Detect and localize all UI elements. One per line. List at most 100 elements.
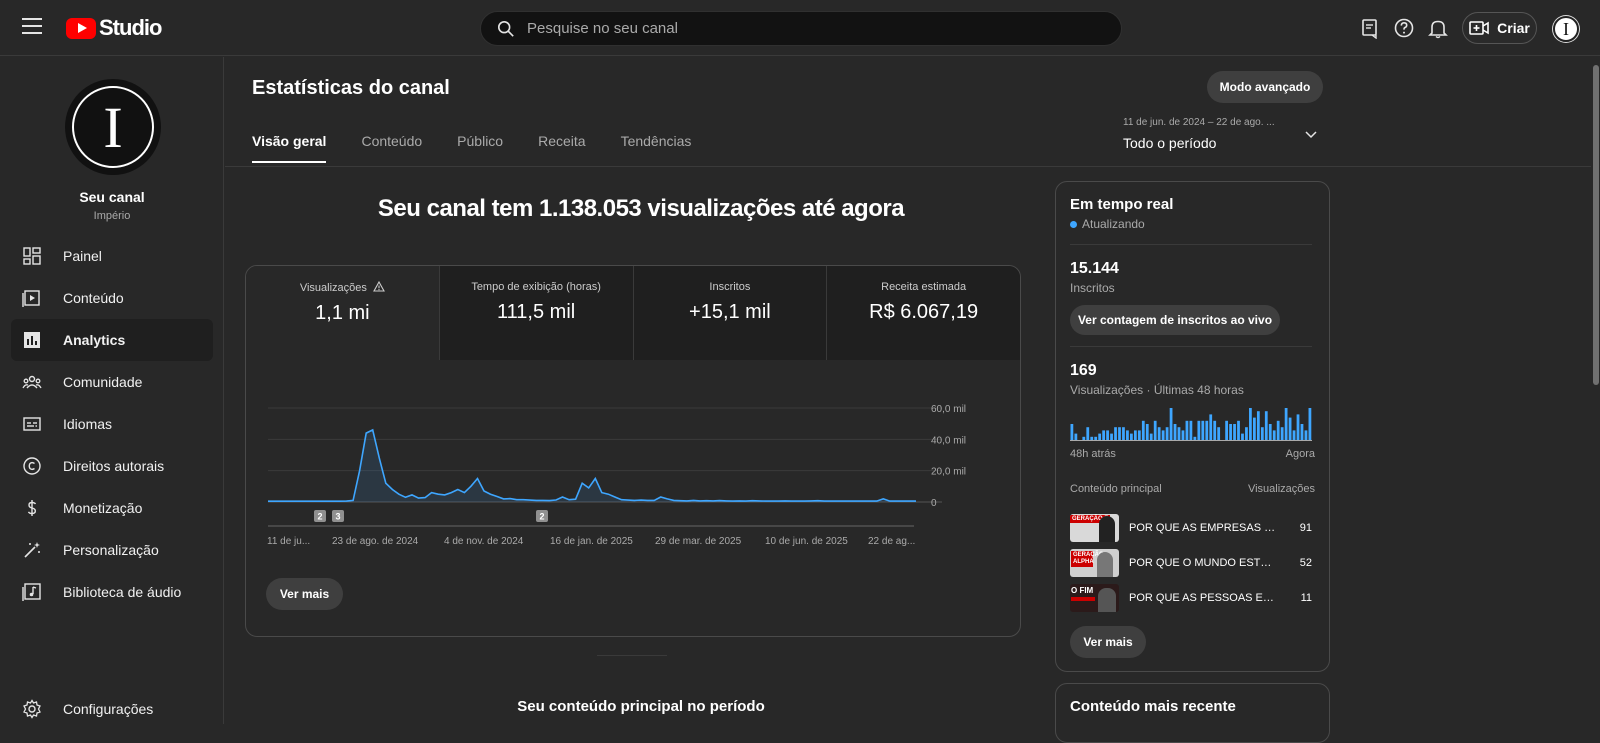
scrollbar-thumb[interactable] <box>1593 65 1599 385</box>
sidebar-item-biblioteca-de-audio[interactable]: Biblioteca de áudio <box>11 571 213 613</box>
sidebar-item-conteudo[interactable]: Conteúdo <box>11 277 213 319</box>
realtime-bar[interactable] <box>1229 424 1232 440</box>
realtime-bar[interactable] <box>1272 430 1276 440</box>
realtime-bar[interactable] <box>1304 430 1308 440</box>
realtime-bar[interactable] <box>1177 427 1181 440</box>
realtime-bar[interactable] <box>1284 408 1288 440</box>
tab-tendencias[interactable]: Tendências <box>621 133 692 163</box>
realtime-bar[interactable] <box>1133 430 1137 440</box>
realtime-bar[interactable] <box>1098 433 1102 440</box>
advanced-mode-button[interactable]: Modo avançado <box>1207 71 1323 103</box>
realtime-bar[interactable] <box>1181 430 1185 440</box>
realtime-bar[interactable] <box>1193 436 1197 440</box>
menu-icon[interactable] <box>22 18 42 38</box>
realtime-bar[interactable] <box>1256 411 1260 440</box>
sidebar-item-painel[interactable]: Painel <box>11 235 213 277</box>
account-avatar[interactable]: I <box>1553 16 1579 42</box>
realtime-bar[interactable] <box>1280 427 1284 440</box>
realtime-bar[interactable] <box>1245 427 1248 440</box>
realtime-bar[interactable] <box>1241 433 1244 440</box>
realtime-bar[interactable] <box>1090 436 1094 440</box>
realtime-bar[interactable] <box>1252 417 1256 440</box>
period-selector[interactable]: 11 de jun. de 2024 – 22 de ago. ... Todo… <box>1123 117 1323 151</box>
realtime-bar[interactable] <box>1130 433 1133 440</box>
realtime-bar[interactable] <box>1074 433 1078 440</box>
search-input[interactable] <box>527 20 1087 37</box>
realtime-bar[interactable] <box>1141 420 1145 440</box>
realtime-bar[interactable] <box>1149 433 1153 440</box>
views-line-chart[interactable]: 60,0 mil 40,0 mil 20,0 mil 0 11 de ju... 23 d… <box>246 360 1021 560</box>
realtime-bar[interactable] <box>1276 420 1280 440</box>
realtime-bar[interactable] <box>1264 411 1268 440</box>
channel-avatar[interactable]: I <box>65 79 161 175</box>
realtime-bar[interactable] <box>1205 420 1209 440</box>
annotation-marker[interactable]: 2 <box>314 510 326 522</box>
realtime-bar[interactable] <box>1086 427 1090 440</box>
realtime-bar[interactable] <box>1233 424 1236 440</box>
tab-receita[interactable]: Receita <box>538 133 585 163</box>
realtime-bar[interactable] <box>1197 420 1201 440</box>
top-content-row[interactable]: O FIM POR QUE AS PESSOAS EST... 11 <box>1070 583 1312 613</box>
realtime-bar[interactable] <box>1300 424 1304 440</box>
sidebar-item-analytics[interactable]: Analytics <box>11 319 213 361</box>
realtime-see-more-button[interactable]: Ver mais <box>1070 626 1146 658</box>
see-more-button[interactable]: Ver mais <box>266 578 343 610</box>
realtime-bar[interactable] <box>1165 427 1169 440</box>
sidebar-item-personalizacao[interactable]: Personalização <box>11 529 213 571</box>
metric-views[interactable]: Visualizações 1,1 mi <box>246 266 440 360</box>
realtime-bar[interactable] <box>1209 414 1213 440</box>
realtime-bar[interactable] <box>1173 424 1177 440</box>
realtime-bar[interactable] <box>1110 433 1113 440</box>
create-button[interactable]: Criar <box>1462 12 1537 44</box>
realtime-bar[interactable] <box>1161 430 1165 440</box>
live-subscriber-count-button[interactable]: Ver contagem de inscritos ao vivo <box>1070 305 1280 335</box>
realtime-bar[interactable] <box>1296 414 1300 440</box>
realtime-bar[interactable] <box>1292 430 1296 440</box>
realtime-bar[interactable] <box>1106 430 1109 440</box>
realtime-bar[interactable] <box>1145 424 1149 440</box>
realtime-bar[interactable] <box>1268 424 1272 440</box>
realtime-bar[interactable] <box>1153 420 1157 440</box>
sidebar-item-idiomas[interactable]: Idiomas <box>11 403 213 445</box>
realtime-bar[interactable] <box>1217 427 1221 440</box>
realtime-bar[interactable] <box>1122 427 1125 440</box>
feedback-icon[interactable] <box>1359 17 1381 39</box>
realtime-bar[interactable] <box>1094 436 1098 440</box>
realtime-bar[interactable] <box>1070 424 1074 440</box>
metric-revenue[interactable]: Receita estimada R$ 6.067,19 <box>827 266 1020 360</box>
realtime-bar[interactable] <box>1225 420 1228 440</box>
help-icon[interactable] <box>1393 17 1415 39</box>
realtime-bar-chart[interactable] <box>1070 402 1312 442</box>
studio-logo[interactable]: Studio <box>66 15 162 41</box>
realtime-bar[interactable] <box>1082 436 1086 440</box>
tab-conteudo[interactable]: Conteúdo <box>361 133 422 163</box>
notifications-bell-icon[interactable] <box>1427 17 1449 39</box>
search-icon[interactable] <box>497 20 515 38</box>
page-scrollbar[interactable] <box>1592 57 1600 724</box>
realtime-bar[interactable] <box>1157 427 1161 440</box>
tab-publico[interactable]: Público <box>457 133 503 163</box>
realtime-bar[interactable] <box>1102 430 1106 440</box>
realtime-bar[interactable] <box>1213 420 1217 440</box>
realtime-bar[interactable] <box>1288 417 1292 440</box>
annotation-marker[interactable]: 2 <box>536 510 548 522</box>
sidebar-item-direitos-autorais[interactable]: Direitos autorais <box>11 445 213 487</box>
realtime-bar[interactable] <box>1118 427 1121 440</box>
sidebar-item-comunidade[interactable]: Comunidade <box>11 361 213 403</box>
tab-visao-geral[interactable]: Visão geral <box>252 133 327 163</box>
metric-subscribers[interactable]: Inscritos +15,1 mil <box>633 266 828 360</box>
search-box[interactable] <box>480 11 1122 46</box>
realtime-bar[interactable] <box>1260 427 1264 440</box>
realtime-bar[interactable] <box>1237 420 1240 440</box>
realtime-bar[interactable] <box>1126 430 1129 440</box>
metric-watch-time[interactable]: Tempo de exibição (horas) 111,5 mil <box>439 266 634 360</box>
realtime-bar[interactable] <box>1189 420 1193 440</box>
realtime-bar[interactable] <box>1201 420 1205 440</box>
annotation-marker[interactable]: 3 <box>332 510 344 522</box>
realtime-bar[interactable] <box>1114 427 1117 440</box>
realtime-bar[interactable] <box>1249 408 1252 440</box>
top-content-row[interactable]: GERAÇÃO ALPHA POR QUE O MUNDO ESTÁ P... … <box>1070 548 1312 578</box>
sidebar-item-monetizacao[interactable]: Monetização <box>11 487 213 529</box>
realtime-bar[interactable] <box>1169 408 1173 440</box>
top-content-row[interactable]: GERAÇÃO Z POR QUE AS EMPRESAS NÃO... 91 <box>1070 513 1312 543</box>
